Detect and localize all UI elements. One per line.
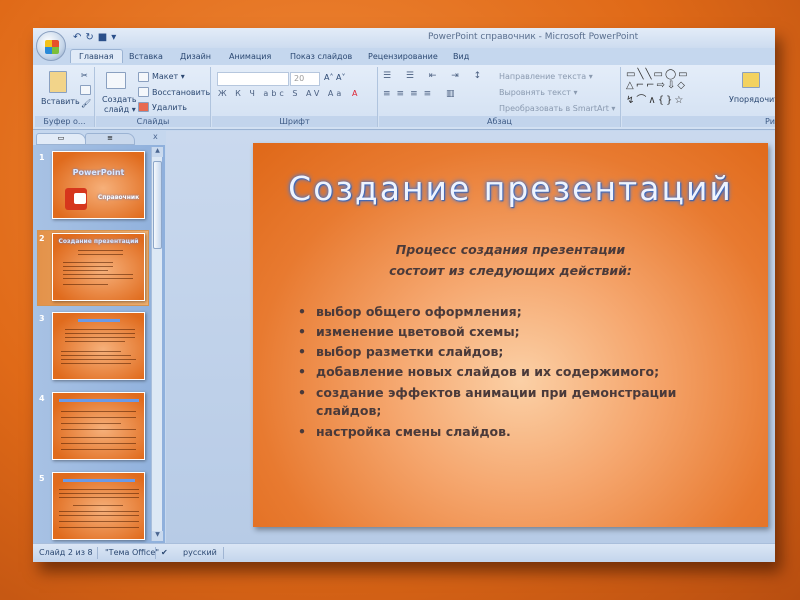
slide-bullet: настройка смены слайдов. xyxy=(298,423,738,441)
ribbon-tabs: Главная Вставка Дизайн Анимация Показ сл… xyxy=(33,48,775,65)
slide-number: 3 xyxy=(39,314,45,323)
slide-bullet: выбор общего оформления; xyxy=(298,303,738,321)
customize-qat-icon[interactable]: ▾ xyxy=(111,32,120,43)
new-slide-icon[interactable] xyxy=(106,72,126,89)
arrange-icon xyxy=(742,72,760,88)
font-format-buttons[interactable]: Ж К Ч abc S AV Aa xyxy=(218,89,344,98)
tab-animation[interactable]: Анимация xyxy=(229,52,271,61)
close-pane-icon[interactable]: x xyxy=(153,132,158,141)
reset-button[interactable]: Восстановить xyxy=(152,88,210,97)
language-indicator: русский xyxy=(183,548,217,557)
slide-bullet: создание эффектов анимации при демонстра… xyxy=(298,384,718,420)
font-size-combo[interactable]: 20 xyxy=(290,72,320,86)
ribbon: Вставить ✂ 🖌 Буфер о... Создать слайд ▾ … xyxy=(33,65,775,130)
reset-icon xyxy=(138,87,149,97)
shapes-gallery[interactable]: ▭╲╲▭◯▭ △⌐⌐⇨⇩◇ ↯⌒∧{}☆ xyxy=(626,69,690,106)
tab-review[interactable]: Рецензирование xyxy=(368,52,438,61)
tab-outline-icon[interactable]: ≡ xyxy=(85,133,135,145)
scroll-up-icon[interactable]: ▲ xyxy=(152,147,163,157)
grow-font-icon[interactable]: A˄ A˅ xyxy=(324,73,346,82)
copy-icon[interactable] xyxy=(80,85,91,95)
slide-number: 2 xyxy=(39,234,45,243)
quick-access-toolbar: ↶↻■▾ xyxy=(73,32,120,43)
group-drawing: ▭╲╲▭◯▭△⌐⌐⇨⇩◇↯⌒∧{}☆ Упорядочить Ри xyxy=(622,67,775,127)
spellcheck-icon[interactable]: ✔ xyxy=(161,548,168,557)
group-clipboard: Вставить ✂ 🖌 Буфер о... xyxy=(35,67,95,127)
slides-pane: ▭ ≡ x ▲ ▼ 1 PowerPoint Справочник 2 Созд… xyxy=(33,131,165,543)
redo-icon[interactable]: ↻ xyxy=(85,32,97,43)
group-label: Абзац xyxy=(379,116,620,127)
format-painter-icon[interactable]: 🖌 xyxy=(81,99,91,108)
thumb-subtitle: Справочник xyxy=(97,194,140,201)
thumb-title: Создание презентаций xyxy=(58,238,139,245)
group-font: 20 A˄ A˅ Ж К Ч abc S AV Aa A Шрифт xyxy=(212,67,378,127)
tab-design[interactable]: Дизайн xyxy=(180,52,211,61)
group-label: Шрифт xyxy=(212,116,377,127)
powerpoint-logo-icon xyxy=(65,188,87,210)
group-paragraph: ☰ ☰ ⇤ ⇥ ↕ ≡≡≡≡ ▥ Направление текста ▾ Вы… xyxy=(379,67,621,127)
save-icon[interactable]: ■ xyxy=(98,32,111,43)
slide-number: 4 xyxy=(39,394,45,403)
align-buttons[interactable]: ≡≡≡≡ ▥ xyxy=(383,89,461,99)
slide-title[interactable]: Создание презентаций xyxy=(253,169,768,208)
scroll-down-icon[interactable]: ▼ xyxy=(152,531,163,541)
new-slide-dropdown[interactable]: слайд ▾ xyxy=(104,105,136,114)
new-slide-button[interactable]: Создать xyxy=(102,95,137,104)
slide-subtitle-line: состоит из следующих действий: xyxy=(389,263,632,278)
list-buttons[interactable]: ☰ ☰ ⇤ ⇥ ↕ xyxy=(383,71,487,81)
powerpoint-window: PowerPoint справочник - Microsoft PowerP… xyxy=(33,28,775,562)
layout-icon xyxy=(138,72,149,82)
scroll-thumb[interactable] xyxy=(153,161,162,249)
slide-number: 1 xyxy=(39,153,45,162)
convert-smartart-button[interactable]: Преобразовать в SmartArt ▾ xyxy=(499,104,615,113)
slide-counter: Слайд 2 из 8 xyxy=(39,548,93,557)
tab-insert[interactable]: Вставка xyxy=(129,52,163,61)
pane-tabs: ▭ ≡ x xyxy=(33,131,165,145)
theme-name: "Тема Office" xyxy=(105,548,159,557)
arrange-button[interactable]: Упорядочить xyxy=(729,95,775,104)
tab-view[interactable]: Вид xyxy=(453,52,469,61)
slide-subtitle-line: Процесс создания презентации xyxy=(395,242,626,257)
office-button[interactable] xyxy=(36,31,66,61)
slide-number: 5 xyxy=(39,474,45,483)
slide-thumbnail-4[interactable] xyxy=(52,392,145,460)
slide-thumbnail-2[interactable]: Создание презентаций xyxy=(52,233,145,301)
tab-slideshow[interactable]: Показ слайдов xyxy=(290,52,352,61)
align-text-button[interactable]: Выровнять текст ▾ xyxy=(499,88,577,97)
undo-icon[interactable]: ↶ xyxy=(73,32,85,43)
window-title: PowerPoint справочник - Microsoft PowerP… xyxy=(428,32,639,42)
cut-icon[interactable]: ✂ xyxy=(81,71,88,80)
slide-thumbnail-3[interactable] xyxy=(52,312,145,380)
paste-button[interactable]: Вставить xyxy=(41,97,80,106)
slide-bullet: выбор разметки слайдов; xyxy=(298,343,738,361)
tab-slides-icon[interactable]: ▭ xyxy=(36,133,86,145)
font-name-combo[interactable] xyxy=(217,72,289,86)
group-label: Буфер о... xyxy=(35,116,94,127)
delete-button[interactable]: Удалить xyxy=(152,103,187,112)
group-slides: Создать слайд ▾ Макет ▾ Восстановить Уда… xyxy=(96,67,211,127)
text-direction-button[interactable]: Направление текста ▾ xyxy=(499,72,593,81)
slide-thumbnail-5[interactable] xyxy=(52,472,145,540)
slide-bullet: добавление новых слайдов и их содержимог… xyxy=(298,363,738,381)
paste-icon[interactable] xyxy=(49,71,67,93)
layout-button[interactable]: Макет ▾ xyxy=(152,72,185,81)
title-bar: PowerPoint справочник - Microsoft PowerP… xyxy=(33,28,775,48)
office-logo-icon xyxy=(45,40,59,54)
pane-scrollbar[interactable]: ▲ ▼ xyxy=(151,147,163,541)
slide-bullet: изменение цветовой схемы; xyxy=(298,323,738,341)
delete-icon xyxy=(138,102,149,112)
status-bar: Слайд 2 из 8 "Тема Office" ✔ русский xyxy=(33,543,775,562)
current-slide[interactable]: Создание презентаций Процесс создания пр… xyxy=(253,143,768,527)
slide-editor: Создание презентаций Процесс создания пр… xyxy=(166,131,775,543)
group-label: Слайды xyxy=(96,116,210,127)
slide-thumbnail-1[interactable]: PowerPoint Справочник xyxy=(52,151,145,219)
group-label: Ри xyxy=(622,116,775,127)
font-color-icon[interactable]: A xyxy=(352,89,357,98)
thumb-title: PowerPoint xyxy=(72,168,125,177)
tab-home[interactable]: Главная xyxy=(70,49,123,63)
